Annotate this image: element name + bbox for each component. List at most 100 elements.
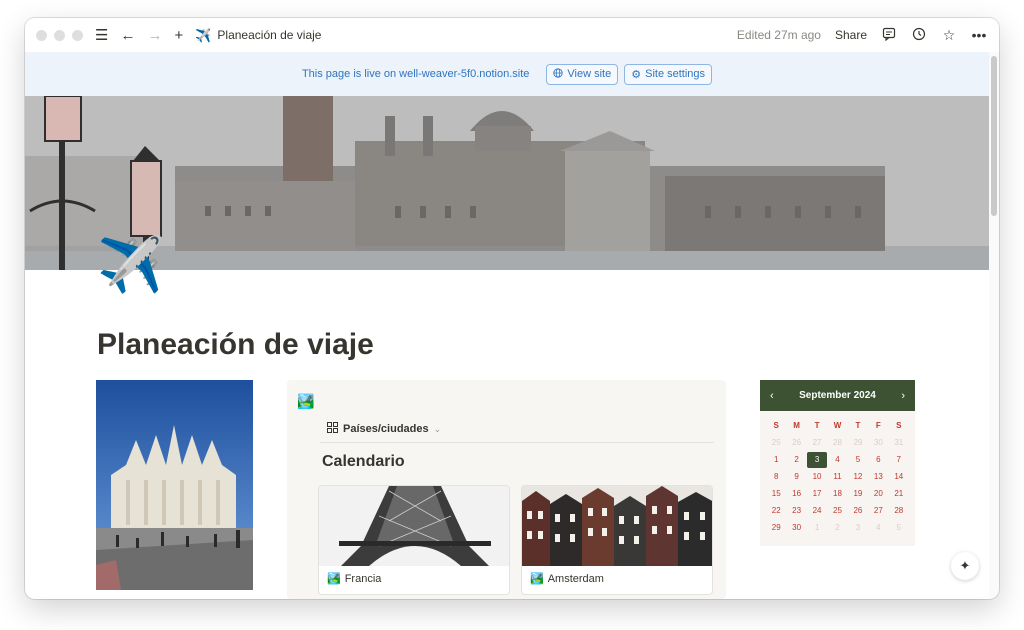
gallery-card-amsterdam[interactable]: 🏞️ Amsterdam [521,485,713,595]
calendar-day[interactable]: 14 [889,469,909,485]
calendar-day[interactable]: 1 [807,520,827,536]
calendar-widget: ‹ September 2024 › S M T W T F S 25 26 27 28 29 30 31… [760,380,915,546]
gallery-card-francia[interactable]: 🏞️ Francia [318,485,510,595]
calendar-day[interactable]: 5 [848,452,868,468]
globe-icon [553,67,564,81]
calendar-day[interactable]: 28 [827,435,847,451]
calendar-day[interactable]: 11 [827,469,847,485]
favorite-star-icon[interactable]: ☆ [941,28,957,42]
calendar-day[interactable]: 29 [848,435,868,451]
calendar-weekday-label: T [814,421,820,430]
calendar-day[interactable]: 25 [766,435,786,451]
database-heading[interactable]: Calendario [322,453,405,471]
divider [320,442,714,443]
maximize-window-button[interactable] [72,29,83,41]
calendar-day[interactable]: 21 [889,486,909,502]
calendar-day[interactable]: 30 [786,520,806,536]
calendar-day[interactable]: 26 [786,435,806,451]
database-view-label: Países/ciudades [343,423,429,435]
calendar-day[interactable]: 31 [889,435,909,451]
calendar-day[interactable]: 13 [868,469,888,485]
calendar-day[interactable]: 19 [848,486,868,502]
ai-assistant-button[interactable]: ✦ [951,552,979,580]
card-page-icon: 🏞️ [530,573,544,585]
comments-icon[interactable] [881,27,897,43]
history-clock-icon[interactable] [911,27,927,43]
gallery-block-icon[interactable]: 🏞️ [297,393,314,410]
calendar-day[interactable]: 9 [786,469,806,485]
app-window: ☰ ← → + ✈️ Planeación de viaje Edited 27… [25,18,999,599]
calendar-day[interactable]: 18 [827,486,847,502]
published-site-text: This page is live on well-weaver-5f0.not… [301,68,530,80]
forward-arrow-icon[interactable]: → [147,28,162,43]
site-settings-button[interactable]: ⚙ Site settings [624,63,713,85]
calendar-header: ‹ September 2024 › [760,380,915,411]
page-icon: ✈️ [195,27,212,43]
calendar-day[interactable]: 5 [889,520,909,536]
published-site-banner: This page is live on well-weaver-5f0.not… [25,52,989,96]
grid-icon [327,422,338,436]
calendar-day[interactable]: 10 [807,469,827,485]
card-title-text: Francia [344,572,382,585]
calendar-day[interactable]: 22 [766,503,786,519]
calendar-weekday-label: F [875,421,881,430]
calendar-day[interactable]: 29 [766,520,786,536]
edited-timestamp: Edited 27m ago [736,28,821,42]
back-arrow-icon[interactable]: ← [120,28,135,43]
calendar-day[interactable]: 2 [786,452,806,468]
calendar-day[interactable]: 8 [766,469,786,485]
calendar-day[interactable]: 3 [848,520,868,536]
view-site-button[interactable]: View site [546,63,619,85]
calendar-day[interactable]: 1 [766,452,786,468]
gear-icon: ⚙ [631,68,642,81]
calendar-weekday-label: S [896,421,902,430]
chevron-down-icon: ⌄ [433,423,442,434]
title-bar-actions: Edited 27m ago Share ☆ ••• [737,27,987,43]
minimize-window-button[interactable] [54,29,65,41]
next-month-button[interactable]: › [901,390,905,402]
calendar-day[interactable]: 23 [786,503,806,519]
calendar-day[interactable]: 4 [868,520,888,536]
calendar-day[interactable]: 28 [889,503,909,519]
calendar-day[interactable]: 4 [827,452,847,468]
calendar-day[interactable]: 27 [807,435,827,451]
eiffel-tower-image [319,486,509,566]
calendar-day[interactable]: 6 [868,452,888,468]
calendar-day[interactable]: 25 [827,503,847,519]
gallery-card-title: 🏞️ Francia [327,572,382,586]
calendar-day[interactable]: 27 [868,503,888,519]
more-options-icon[interactable]: ••• [971,28,987,42]
calendar-day[interactable]: 15 [766,486,786,502]
page-emoji-icon[interactable]: ✈️ [97,238,164,292]
calendar-day[interactable]: 17 [807,486,827,502]
site-settings-label: Site settings [645,68,706,80]
calendar-day[interactable]: 2 [827,520,847,536]
calendar-day[interactable]: 7 [889,452,909,468]
gallery-card-title: 🏞️ Amsterdam [530,572,604,586]
share-button[interactable]: Share [835,28,867,42]
sparkle-icon: ✦ [959,558,971,573]
calendar-day[interactable]: 16 [786,486,806,502]
database-view-tab[interactable]: Países/ciudades ⌄ [327,422,441,436]
calendar-day[interactable]: 24 [807,503,827,519]
menu-icon[interactable]: ☰ [95,28,108,43]
calendar-weekday-label: T [855,421,861,430]
page-title[interactable]: Planeación de viaje [97,328,374,362]
calendar-day[interactable]: 20 [868,486,888,502]
calendar-day[interactable]: 12 [848,469,868,485]
calendar-day-today[interactable]: 3 [806,452,828,468]
new-page-icon[interactable]: + [174,28,183,43]
scrollbar-thumb[interactable] [991,56,997,216]
calendar-weekday-label: M [793,421,800,430]
calendar-weekday-label: S [773,421,779,430]
milan-cathedral-photo[interactable] [96,380,253,590]
breadcrumb-page-title[interactable]: Planeación de viaje [217,28,321,42]
card-title-text: Amsterdam [547,572,604,585]
cover-image[interactable] [25,96,989,270]
calendar-day[interactable]: 26 [848,503,868,519]
previous-month-button[interactable]: ‹ [770,390,774,402]
amsterdam-houses-image [522,486,712,566]
calendar-day[interactable]: 30 [868,435,888,451]
gallery-database-block: 🏞️ Países/ciudades ⌄ Calendario 🏞️ Franc… [287,380,726,599]
close-window-button[interactable] [36,29,47,41]
